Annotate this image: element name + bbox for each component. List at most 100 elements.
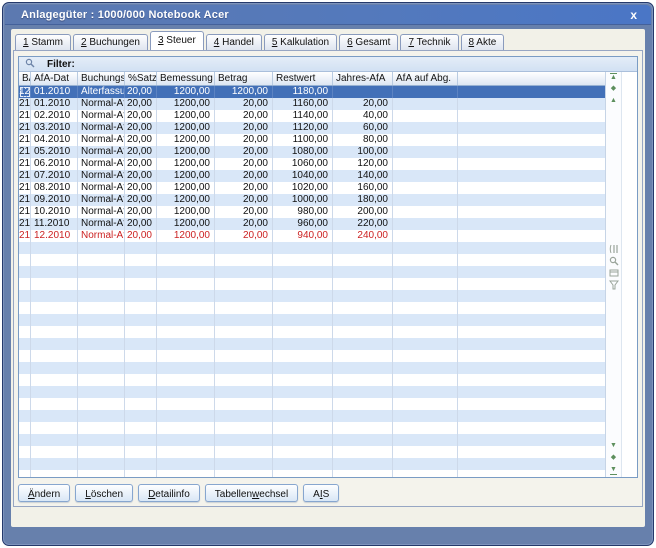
tab-steuer[interactable]: 3 Steuer [149,31,204,50]
table-row[interactable]: 2101.2010Normal-AfA20,001200,0020,001160… [19,98,605,110]
table-empty-row[interactable] [19,314,605,326]
row-up-icon[interactable]: ▲ [609,96,619,106]
cell-filler [458,338,605,350]
table-row[interactable]: 2105.2010Normal-AfA20,001200,0020,001080… [19,146,605,158]
table-row[interactable]: 2108.2010Normal-AfA20,001200,0020,001020… [19,182,605,194]
navigate-rows-icon[interactable]: ◆ [609,84,619,94]
titlebar[interactable]: Anlagegüter : 1000/000 Notebook Acer x [5,5,651,25]
detailinfo-button[interactable]: Detailinfo [138,484,200,503]
cell-date [31,422,78,434]
cell-filler [458,158,605,170]
table-row[interactable]: 2109.2010Normal-AfA20,001200,0020,001000… [19,194,605,206]
cell-bemessung [157,302,215,314]
column-header-abg[interactable]: AfA auf Abg. [393,72,458,85]
cell-betrag [215,434,273,446]
filter-bar[interactable]: Filter: [19,57,637,72]
table-empty-row[interactable] [19,326,605,338]
cell-abg [393,182,458,194]
cell-restwert: 1120,00 [273,122,333,134]
column-header-bemessung[interactable]: Bemessung [157,72,215,85]
cell-jahres [333,266,393,278]
table-row[interactable]: 2102.2010Normal-AfA20,001200,0020,001140… [19,110,605,122]
column-header-ba[interactable]: BA [19,72,31,85]
table-row[interactable]: 2106.2010Normal-AfA20,001200,0020,001060… [19,158,605,170]
cell-satz: 20,00 [125,86,157,98]
cell-ba [19,422,31,434]
tab-technik[interactable]: 7 Technik [400,34,459,50]
table-header-row[interactable]: BAAfA-DatBuchungstext%SatzBemessungBetra… [19,72,605,86]
cell-satz [125,446,157,458]
table-empty-row[interactable] [19,302,605,314]
aendern-button[interactable]: Ändern [18,484,71,503]
table-empty-row[interactable] [19,290,605,302]
table-empty-row[interactable] [19,458,605,470]
table-empty-row[interactable] [19,398,605,410]
table-row[interactable]: 2111.2010Normal-AfA20,001200,0020,00960,… [19,218,605,230]
table-body[interactable]: 1201.2010Alterfassung20,001200,001200,00… [19,86,605,478]
column-header-jahres[interactable]: Jahres-AfA [333,72,393,85]
cell-bemessung [157,458,215,470]
cell-date: 11.2010 [31,218,78,230]
search-icon[interactable] [25,58,35,71]
table-empty-row[interactable] [19,386,605,398]
cell-filler [458,386,605,398]
table-empty-row[interactable] [19,266,605,278]
table-empty-row[interactable] [19,338,605,350]
table-empty-row[interactable] [19,410,605,422]
tabellenwechsel-button[interactable]: Tabellenwechsel [204,484,299,503]
tab-handel[interactable]: 4 Handel [205,34,262,50]
table-row[interactable]: 2112.2010Normal-AfA20,001200,0020,00940,… [19,230,605,242]
cell-filler [458,134,605,146]
table-empty-row[interactable] [19,254,605,266]
cell-betrag: 20,00 [215,230,273,242]
cell-date [31,410,78,422]
column-header-text[interactable]: Buchungstext [78,72,125,85]
table-empty-row[interactable] [19,242,605,254]
filter-funnel-icon[interactable] [608,280,619,290]
table-empty-row[interactable] [19,278,605,290]
cell-satz [125,266,157,278]
table-empty-row[interactable] [19,362,605,374]
cell-date [31,350,78,362]
zoom-icon[interactable] [609,256,619,266]
cell-filler [458,206,605,218]
close-icon[interactable]: x [630,8,637,22]
ais-button[interactable]: AIS [303,484,340,503]
cell-ba: 21 [19,110,31,122]
table-row[interactable]: 2107.2010Normal-AfA20,001200,0020,001040… [19,170,605,182]
table-row[interactable]: 2110.2010Normal-AfA20,001200,0020,00980,… [19,206,605,218]
table-empty-row[interactable] [19,422,605,434]
table-empty-row[interactable] [19,446,605,458]
tab-akte[interactable]: 8 Akte [460,34,505,50]
export-icon[interactable] [609,268,619,278]
tab-buchungen[interactable]: 2 Buchungen [73,34,148,50]
table-empty-row[interactable] [19,434,605,446]
table-row[interactable]: 2103.2010Normal-AfA20,001200,0020,001120… [19,122,605,134]
table-row[interactable]: 2104.2010Normal-AfA20,001200,0020,001100… [19,134,605,146]
column-resize-icon[interactable] [609,244,619,254]
goto-first-row-icon[interactable]: ▲ [609,72,619,82]
tab-stamm[interactable]: 1 Stamm [15,34,72,50]
navigate-rows-bottom-icon[interactable]: ◆ [609,453,619,463]
loeschen-button[interactable]: Löschen [75,484,134,503]
cell-satz: 20,00 [125,110,157,122]
table-empty-row[interactable] [19,470,605,478]
cell-filler [458,254,605,266]
row-down-icon[interactable]: ▼ [609,441,619,451]
column-header-betrag[interactable]: Betrag [215,72,273,85]
cell-bemessung: 1200,00 [157,98,215,110]
column-header-date[interactable]: AfA-Dat [31,72,78,85]
table-empty-row[interactable] [19,374,605,386]
cell-ba: 21 [19,230,31,242]
tab-kalkulation[interactable]: 5 Kalkulation [263,34,338,50]
column-header-restwert[interactable]: Restwert [273,72,333,85]
cell-satz: 20,00 [125,170,157,182]
column-header-satz[interactable]: %Satz [125,72,157,85]
cell-ba [19,290,31,302]
table-row[interactable]: 1201.2010Alterfassung20,001200,001200,00… [19,86,605,98]
tab-gesamt[interactable]: 6 Gesamt [339,34,399,50]
table-empty-row[interactable] [19,350,605,362]
goto-last-row-icon[interactable]: ▼ [609,465,619,475]
cell-ba: 21 [19,146,31,158]
vertical-scrollbar-track[interactable] [621,72,637,478]
